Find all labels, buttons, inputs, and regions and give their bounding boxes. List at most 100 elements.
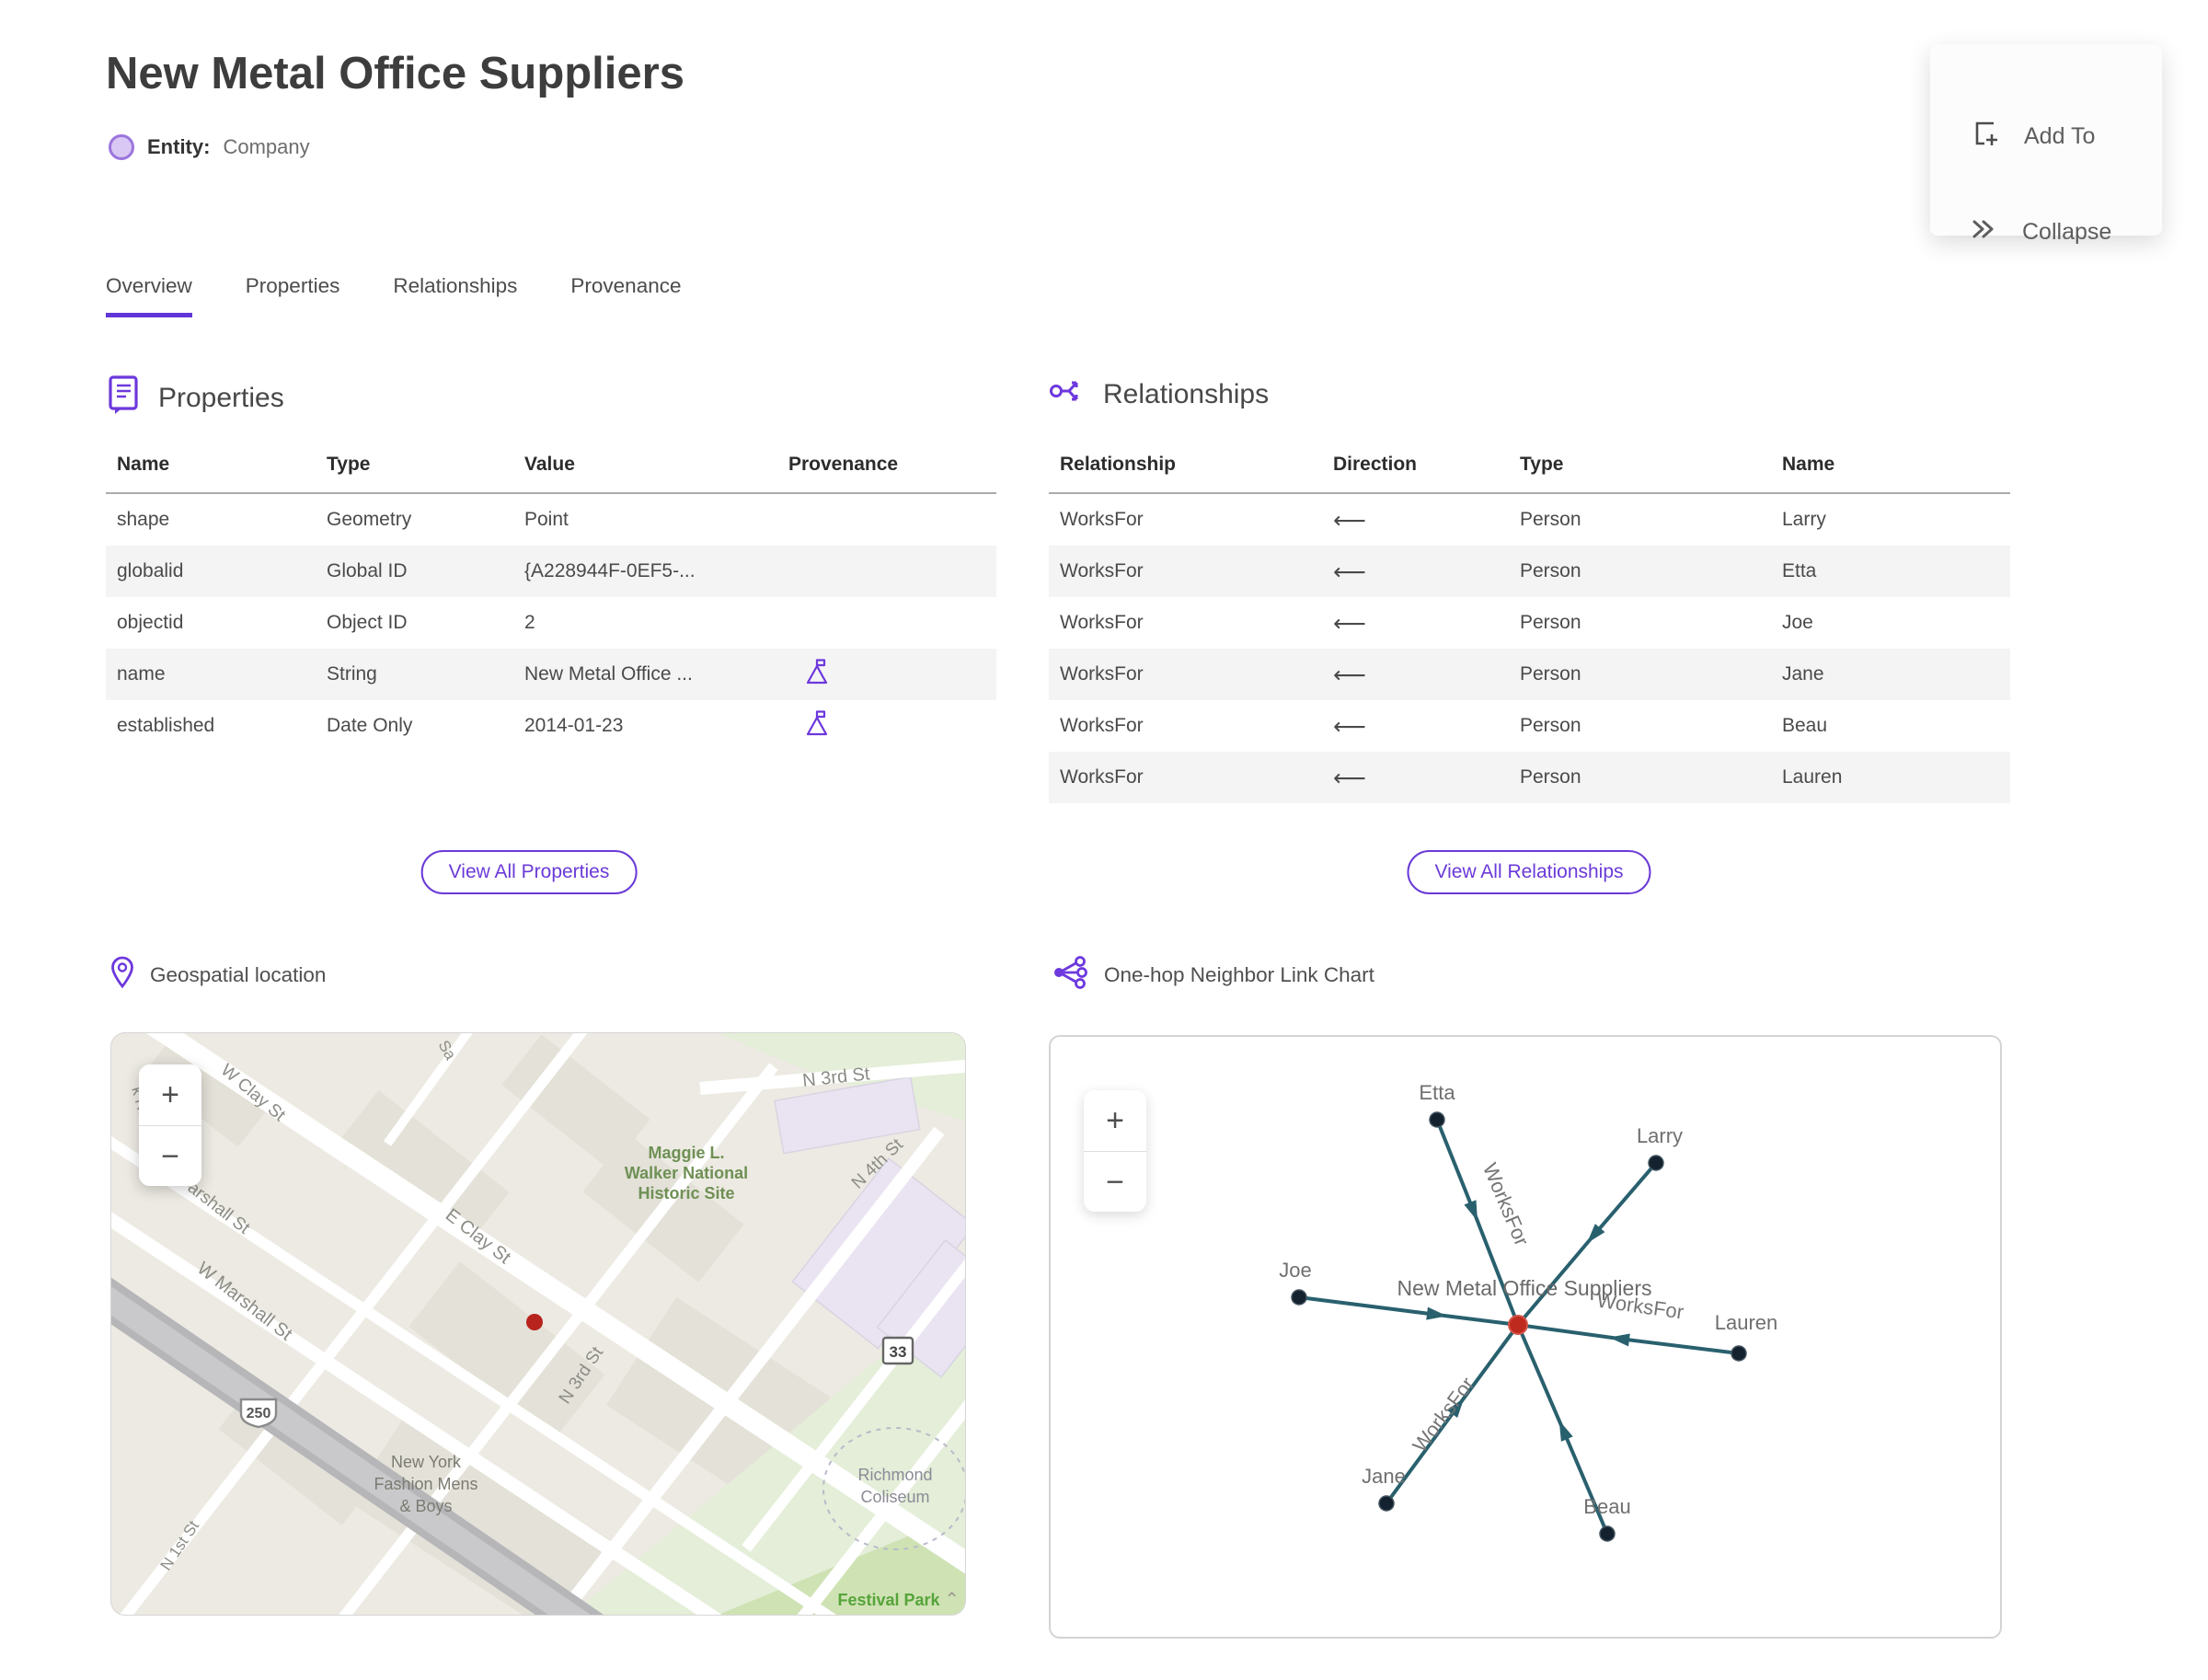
related-type: Person (1520, 715, 1581, 736)
prop-value: New Metal Office ... (524, 663, 693, 685)
chart-zoom-control: + − (1084, 1090, 1146, 1212)
tab-provenance[interactable]: Provenance (570, 274, 681, 317)
direction-arrow: ⟵ (1333, 764, 1366, 791)
prop-name: established (117, 715, 215, 736)
tab-bar: Overview Properties Relationships Proven… (106, 274, 682, 317)
related-name-link[interactable]: Larry (1771, 493, 2010, 546)
node-beau[interactable] (1599, 1525, 1616, 1542)
tab-overview[interactable]: Overview (106, 274, 192, 317)
node-lauren[interactable] (1731, 1345, 1747, 1362)
related-name-link[interactable]: Etta (1771, 546, 2010, 597)
table-row: established Date Only 2014-01-23 (106, 700, 996, 752)
entity-type-value: Company (223, 135, 310, 158)
map-pin-icon (109, 955, 136, 995)
view-all-properties-button[interactable]: View All Properties (420, 850, 638, 894)
graph-nodes (1291, 1111, 1747, 1542)
onehop-link-chart[interactable]: WorksFor WorksFor WorksFor Etta Larry Jo… (1049, 1035, 2002, 1639)
prop-value: 2014-01-23 (524, 715, 624, 736)
chart-zoom-in-button[interactable]: + (1084, 1090, 1146, 1151)
relationship-link[interactable]: WorksFor (1049, 546, 1322, 597)
svg-text:Lauren: Lauren (1715, 1311, 1778, 1334)
related-name-link[interactable]: Lauren (1771, 752, 2010, 803)
entity-location-marker[interactable] (526, 1314, 543, 1330)
tab-properties[interactable]: Properties (246, 274, 340, 317)
link-chart-icon (1052, 955, 1090, 995)
svg-text:Richmond: Richmond (857, 1466, 932, 1484)
table-row: WorksFor ⟵ Person Lauren (1049, 752, 2010, 803)
related-name-link[interactable]: Beau (1771, 700, 2010, 752)
prop-value: {A228944F-0EF5-... (524, 560, 696, 581)
node-larry[interactable] (1648, 1155, 1664, 1171)
related-name-link[interactable]: Joe (1771, 597, 2010, 649)
svg-text:WorksFor: WorksFor (1478, 1159, 1534, 1248)
node-center[interactable] (1508, 1315, 1528, 1335)
map-zoom-in-button[interactable]: + (139, 1064, 201, 1125)
map-zoom-out-button[interactable]: − (139, 1125, 201, 1186)
svg-text:Joe: Joe (1279, 1259, 1311, 1282)
relationship-link[interactable]: WorksFor (1049, 493, 1322, 546)
properties-table: Name Type Value Provenance shape Geometr… (106, 448, 996, 752)
related-type: Person (1520, 509, 1581, 530)
svg-text:Fashion Mens: Fashion Mens (374, 1475, 477, 1493)
prop-provenance (777, 700, 996, 752)
page-title: New Metal Office Suppliers (106, 49, 684, 98)
map-canvas[interactable]: 250 33 k Rd W Clay St Sa arshall St W Ma… (111, 1033, 965, 1615)
node-etta[interactable] (1429, 1111, 1445, 1128)
route-shield-250: 250 (239, 1398, 278, 1429)
svg-text:Etta: Etta (1419, 1081, 1455, 1104)
prop-name: shape (117, 509, 170, 530)
entity-row: Entity: Company (109, 134, 310, 160)
col-type: Type (1509, 448, 1771, 494)
direction-arrow: ⟵ (1333, 506, 1366, 534)
collapse-button[interactable]: Collapse (1969, 213, 2111, 250)
node-jane[interactable] (1378, 1495, 1395, 1512)
related-type: Person (1520, 560, 1581, 581)
prop-provenance (777, 649, 996, 700)
geospatial-section-title: Geospatial location (150, 963, 327, 986)
double-chevron-right-icon (1969, 214, 1998, 250)
relationship-link[interactable]: WorksFor (1049, 700, 1322, 752)
properties-section-title: Properties (158, 383, 284, 413)
table-row: shape Geometry Point (106, 493, 996, 546)
relationship-link[interactable]: WorksFor (1049, 597, 1322, 649)
view-all-relationships-button[interactable]: View All Relationships (1407, 850, 1651, 894)
map-zoom-control: + − (139, 1064, 201, 1186)
svg-text:WorksFor: WorksFor (1408, 1373, 1478, 1456)
provenance-flag-icon[interactable] (805, 709, 829, 742)
prop-type: Global ID (327, 560, 408, 581)
related-type: Person (1520, 663, 1581, 685)
geospatial-map[interactable]: 250 33 k Rd W Clay St Sa arshall St W Ma… (110, 1032, 966, 1616)
prop-type: String (327, 663, 377, 685)
street-label: W Marshall St (193, 1259, 296, 1345)
tab-relationships[interactable]: Relationships (393, 274, 517, 317)
onehop-section-title: One-hop Neighbor Link Chart (1104, 963, 1374, 986)
prop-provenance (777, 546, 996, 597)
add-to-button[interactable]: Add To (1969, 118, 2095, 155)
map-attribution-toggle[interactable]: ⌃ (944, 1588, 960, 1611)
chart-zoom-out-button[interactable]: − (1084, 1151, 1146, 1212)
entity-label: Entity: (147, 135, 211, 158)
svg-text:Beau: Beau (1583, 1495, 1630, 1518)
col-name: Name (1771, 448, 2010, 494)
relationships-section-header: Relationships (1049, 374, 1269, 416)
center-node-label: New Metal Office Suppliers (1397, 1276, 1652, 1300)
relationship-link[interactable]: WorksFor (1049, 649, 1322, 700)
related-type: Person (1520, 612, 1581, 633)
node-joe[interactable] (1291, 1289, 1307, 1306)
prop-provenance (777, 597, 996, 649)
edge-lauren (1517, 1323, 1740, 1355)
svg-text:Historic Site: Historic Site (638, 1184, 734, 1202)
properties-header-row: Name Type Value Provenance (106, 448, 996, 494)
related-name-link[interactable]: Jane (1771, 649, 2010, 700)
table-row: WorksFor ⟵ Person Etta (1049, 546, 2010, 597)
prop-name: globalid (117, 560, 184, 581)
geospatial-section-header: Geospatial location (109, 955, 326, 995)
properties-section-header: Properties (106, 374, 284, 423)
col-name: Name (106, 448, 316, 494)
provenance-flag-icon[interactable] (805, 658, 829, 691)
col-provenance: Provenance (777, 448, 996, 494)
link-chart-canvas[interactable]: WorksFor WorksFor WorksFor Etta Larry Jo… (1051, 1037, 2000, 1637)
actions-popover: Add To Collapse (1930, 44, 2162, 245)
prop-type: Date Only (327, 715, 413, 736)
relationship-link[interactable]: WorksFor (1049, 752, 1322, 803)
